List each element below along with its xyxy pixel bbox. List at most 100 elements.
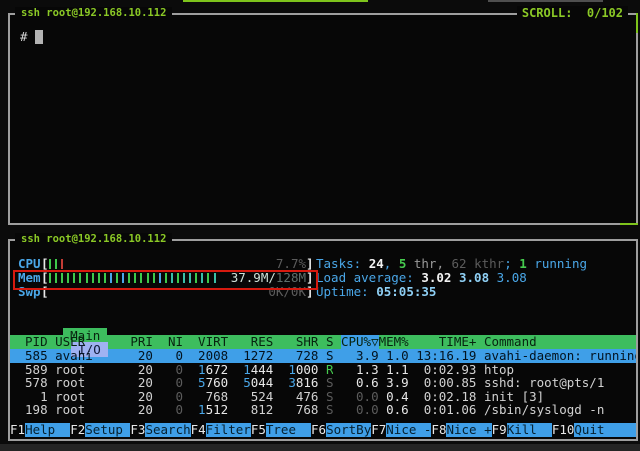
process-cell: root	[55, 390, 123, 404]
top-progress-line	[183, 0, 368, 2]
process-cell: 812	[236, 403, 274, 417]
fkey-f6[interactable]: F6	[311, 423, 326, 437]
htop-info-column: Tasks: 24, 5 thr, 62 kthr; 1 running Loa…	[314, 257, 587, 299]
bottom-strip	[0, 444, 640, 451]
fkey-button-sortby[interactable]: SortBy	[326, 423, 371, 437]
process-cell: 0	[160, 363, 183, 377]
column-header-pri[interactable]: PRI	[123, 335, 153, 349]
fkey-button-help[interactable]: Help	[25, 423, 70, 437]
process-cell: 20	[123, 376, 153, 390]
column-header-cpu[interactable]: CPU%▽	[341, 335, 379, 349]
process-cell: 0	[160, 390, 183, 404]
fkey-f10[interactable]: F10	[552, 423, 575, 437]
process-cell: 0:01.06	[416, 403, 476, 417]
fkey-f8[interactable]: F8	[431, 423, 446, 437]
text-segment: running	[527, 256, 587, 271]
fkey-button-kill[interactable]: Kill	[507, 423, 552, 437]
column-header-user[interactable]: USER	[55, 335, 123, 349]
fkey-button-nice-[interactable]: Nice -	[386, 423, 431, 437]
process-cell: 1	[18, 390, 48, 404]
meter-bar	[55, 259, 57, 269]
cpu-meter-track: 7.7%	[49, 257, 306, 271]
size-rest: 044	[251, 376, 274, 390]
fkey-button-nice+[interactable]: Nice +	[446, 423, 491, 437]
text-segment: 1	[519, 256, 527, 271]
size-prefix: 1	[198, 363, 206, 377]
process-cell: 20	[123, 363, 153, 377]
cpu-meter-value: 7.7%	[276, 257, 306, 271]
process-row[interactable]: 1root200768524476S0.00.40:02.18init [3]	[10, 390, 636, 404]
process-cell: 1512	[191, 403, 229, 417]
fkey-button-tree[interactable]: Tree	[266, 423, 311, 437]
process-cell: htop	[484, 363, 636, 377]
text-segment: 3.08	[497, 270, 527, 285]
process-cell: 728	[281, 349, 319, 363]
process-row[interactable]: 585avahi20020081272728S3.91.013:16.19ava…	[10, 349, 636, 363]
size-prefix: 1	[243, 363, 251, 377]
column-header-command[interactable]: Command	[484, 335, 636, 349]
text-segment: ,	[436, 256, 451, 271]
text-segment: 05:05:35	[376, 284, 436, 299]
terminal-cursor[interactable]	[35, 30, 43, 44]
column-header-shr[interactable]: SHR	[281, 335, 319, 349]
process-cell: 589	[18, 363, 48, 377]
text-segment: ,	[384, 256, 399, 271]
fkey-f2[interactable]: F2	[70, 423, 85, 437]
process-cell: 20	[123, 349, 153, 363]
column-header-mem[interactable]: MEM%	[379, 335, 409, 349]
process-cell: 0:00.85	[416, 376, 476, 390]
fkey-f4[interactable]: F4	[191, 423, 206, 437]
process-cell: root	[55, 363, 123, 377]
cpu-meter-label: CPU	[18, 257, 41, 271]
process-cell: 524	[236, 390, 274, 404]
process-cell: 0	[160, 403, 183, 417]
process-cell: 13:16.19	[416, 349, 476, 363]
process-row[interactable]: 198root2001512812768S0.00.60:01.06/sbin/…	[10, 403, 636, 417]
text-segment: thr	[406, 256, 436, 271]
size-prefix: 3	[288, 376, 296, 390]
process-cell: 1.1	[379, 363, 409, 377]
fkey-f1[interactable]: F1	[10, 423, 25, 437]
active-pane-accent	[636, 13, 638, 33]
process-row[interactable]: 578root200576050443816S0.63.90:00.85sshd…	[10, 376, 636, 390]
top-progress-line-remainder	[488, 0, 603, 2]
process-cell: 5044	[236, 376, 274, 390]
process-cell: 0.0	[341, 390, 379, 404]
size-prefix: 1	[288, 363, 296, 377]
process-cell: sshd: root@pts/1	[484, 376, 636, 390]
size-prefix: 1	[198, 403, 206, 417]
fkey-f7[interactable]: F7	[371, 423, 386, 437]
process-cell: 20	[123, 403, 153, 417]
column-header-res[interactable]: RES	[236, 335, 274, 349]
process-cell: 1.0	[379, 349, 409, 363]
process-cell: 0.6	[379, 403, 409, 417]
size-rest: 760	[206, 376, 229, 390]
process-cell: 1672	[191, 363, 229, 377]
text-segment: ;	[504, 256, 519, 271]
process-cell: 3816	[281, 376, 319, 390]
shell-prompt[interactable]: #	[20, 29, 43, 45]
process-cell: 2008	[191, 349, 229, 363]
process-cell: 476	[281, 390, 319, 404]
process-cell: R	[326, 363, 334, 377]
column-header-ni[interactable]: NI	[160, 335, 183, 349]
size-rest: 672	[206, 363, 229, 377]
fkey-button-search[interactable]: Search	[145, 423, 190, 437]
column-header-pid[interactable]: PID	[18, 335, 48, 349]
size-prefix: 5	[198, 376, 206, 390]
process-cell: /sbin/syslogd -n	[484, 403, 636, 417]
process-table-header[interactable]: PID USERPRI NI VIRT RES SHR S CPU%▽MEM% TIME+ Com…	[10, 335, 636, 349]
column-header-s[interactable]: S	[326, 335, 334, 349]
fkey-f9[interactable]: F9	[492, 423, 507, 437]
fkey-button-quit[interactable]: Quit	[574, 423, 636, 437]
column-header-time[interactable]: TIME+	[416, 335, 476, 349]
meter-bar	[61, 259, 63, 269]
fkey-f3[interactable]: F3	[130, 423, 145, 437]
fkey-button-setup[interactable]: Setup	[85, 423, 130, 437]
process-row[interactable]: 589root200167214441000R1.31.10:02.93htop	[10, 363, 636, 377]
active-pane-accent	[620, 223, 638, 225]
fkey-f5[interactable]: F5	[251, 423, 266, 437]
fkey-button-filter[interactable]: Filter	[206, 423, 251, 437]
column-header-virt[interactable]: VIRT	[191, 335, 229, 349]
process-cell: root	[55, 376, 123, 390]
